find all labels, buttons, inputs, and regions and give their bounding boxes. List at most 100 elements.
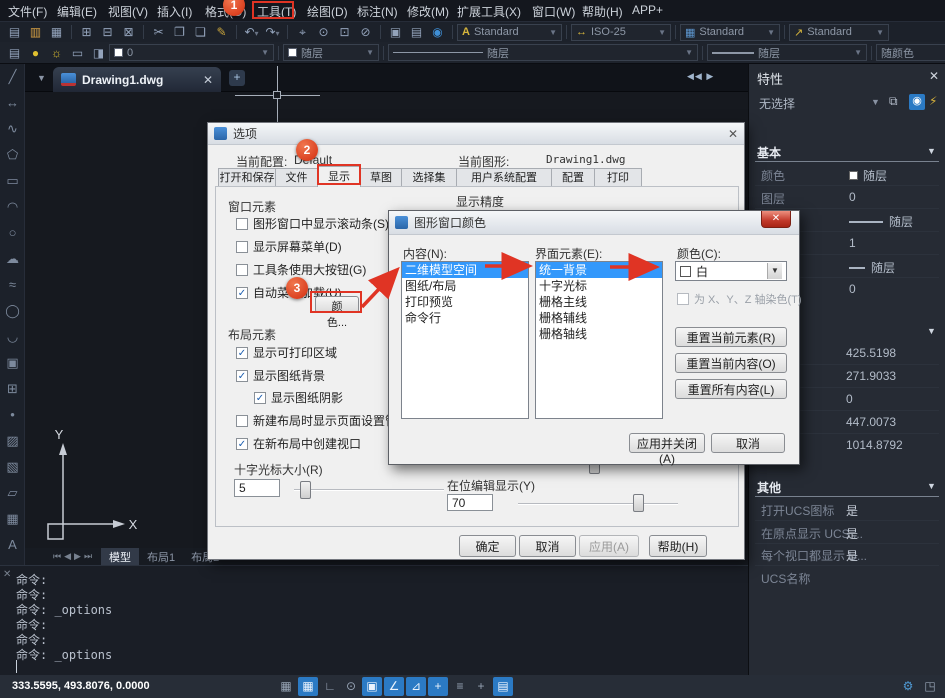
list-item-2d-model-space[interactable]: 二维模型空间 (402, 262, 528, 278)
help-button[interactable]: 帮助(H) (649, 535, 707, 557)
ellipse-tool-icon[interactable]: ◯ (0, 298, 25, 324)
tab-files[interactable]: 文件 (275, 168, 318, 187)
checkbox-paper-shadow[interactable]: ✓显示图纸阴影 (254, 389, 343, 406)
otrack-toggle-icon[interactable]: ∠ (384, 677, 404, 696)
cut-icon[interactable]: ✂ (148, 23, 169, 41)
restore-all-button[interactable]: 重置所有内容(L) (675, 379, 787, 399)
revcloud-tool-icon[interactable]: ☁ (0, 246, 25, 272)
close-tab-icon[interactable]: ✕ (203, 73, 213, 87)
publish-icon[interactable]: ⊠ (118, 23, 139, 41)
collapse-section-icon[interactable]: ▼ (927, 481, 936, 491)
checkbox-large-buttons[interactable]: 工具条使用大按钮(G) (236, 261, 366, 278)
prop-value-linetype-scale[interactable]: 1 (849, 236, 856, 250)
plot-style-combo[interactable]: 随颜色▼ (876, 44, 945, 61)
layer-on-icon[interactable]: ● (25, 44, 46, 62)
circle-tool-icon[interactable]: ○ (0, 220, 25, 246)
chevron-down-icon[interactable]: ▼ (767, 263, 782, 279)
arc-tool-icon[interactable]: ◠ (0, 194, 25, 220)
polyline-tool-icon[interactable]: ∿ (0, 116, 25, 142)
open-icon[interactable]: ▥ (25, 23, 46, 41)
layer-manager-icon[interactable]: ▤ (4, 44, 25, 62)
collapse-section-icon[interactable]: ▼ (927, 326, 936, 336)
command-line-window[interactable]: ✕ 命令: 命令: 命令: _options 命令: 命令: 命令: _opti… (0, 565, 748, 675)
point-tool-icon[interactable]: • (0, 402, 25, 428)
ducs-toggle-icon[interactable]: ⊿ (406, 677, 426, 696)
tab-list-dropdown-icon[interactable]: ▼ (37, 73, 46, 83)
mtext-tool-icon[interactable]: A (0, 532, 25, 558)
toggle-pickadd-icon[interactable]: ⧉ (889, 94, 898, 109)
crosshair-size-slider[interactable] (294, 489, 444, 491)
list-item-command-line[interactable]: 命令行 (402, 310, 528, 326)
list-item-plot-preview[interactable]: 打印预览 (402, 294, 528, 310)
pan-icon[interactable]: ⌖ (292, 23, 313, 41)
polygon-tool-icon[interactable]: ⬠ (0, 142, 25, 168)
select-objects-icon[interactable]: ⚡ (929, 94, 937, 108)
preview-icon[interactable]: ⊟ (97, 23, 118, 41)
snap-toggle-icon[interactable]: ▦ (298, 677, 318, 696)
chevron-down-icon[interactable]: ▼ (871, 97, 880, 107)
prop-value-thickness[interactable]: 0 (849, 282, 856, 296)
designcenter-icon[interactable]: ▤ (406, 23, 427, 41)
menu-edit[interactable]: 编辑(E) (57, 3, 97, 20)
menu-app-plus[interactable]: APP+ (632, 3, 663, 17)
color-control-combo[interactable]: 随层▼ (283, 44, 379, 61)
quick-properties-toggle-icon[interactable]: + (471, 677, 491, 696)
table-tool-icon[interactable]: ▦ (0, 506, 25, 532)
tab-model[interactable]: 模型 (101, 548, 139, 566)
color-combo[interactable]: 白 ▼ (675, 261, 787, 281)
polar-toggle-icon[interactable]: ⊙ (341, 677, 361, 696)
undo-icon[interactable]: ↶▾ (241, 23, 262, 41)
layout-nav-arrows[interactable]: ⏮◀▶⏭ (53, 551, 95, 562)
list-item-grid-axis[interactable]: 栅格轴线 (536, 326, 662, 342)
options-dialog-titlebar[interactable]: 选项 ✕ (208, 123, 744, 145)
spline-tool-icon[interactable]: ≈ (0, 272, 25, 298)
prop-value-lineweight[interactable]: 随层 (849, 259, 895, 276)
dynamic-input-toggle-icon[interactable]: + (428, 677, 448, 696)
lineweight-combo[interactable]: 随层▼ (707, 44, 867, 61)
redo-icon[interactable]: ↷▾ (262, 23, 283, 41)
restore-element-button[interactable]: 重置当前元素(R) (675, 327, 787, 347)
menu-insert[interactable]: 插入(I) (157, 3, 192, 20)
menu-express-tools[interactable]: 扩展工具(X) (457, 3, 521, 20)
inplace-slider-thumb[interactable] (633, 494, 644, 512)
lineweight-toggle-icon[interactable]: ≡ (450, 677, 470, 696)
layer-combo[interactable]: 0▼ (109, 44, 274, 61)
tab-plot[interactable]: 打印 (594, 168, 642, 187)
prop-value-color[interactable]: 随层 (849, 167, 887, 184)
zoom-previous-icon[interactable]: ⊘ (355, 23, 376, 41)
colors-dialog-titlebar[interactable]: 图形窗口颜色 (389, 211, 799, 235)
plot-icon[interactable]: ⊞ (76, 23, 97, 41)
cancel-button[interactable]: 取消 (519, 535, 576, 557)
new-tab-button[interactable]: + (229, 70, 245, 86)
context-listbox[interactable]: 二维模型空间 图纸/布局 打印预览 命令行 (401, 261, 529, 419)
save-icon[interactable]: ▦ (46, 23, 67, 41)
checkbox-tint-xyz[interactable]: 为 X、Y、Z 轴染色(T) (677, 291, 802, 307)
list-item-sheet-layout[interactable]: 图纸/布局 (402, 278, 528, 294)
menu-window[interactable]: 窗口(W) (532, 3, 575, 20)
menu-draw[interactable]: 绘图(D) (307, 3, 348, 20)
inplace-edit-slider[interactable] (518, 503, 678, 505)
prop-value-linetype[interactable]: 随层 (849, 213, 913, 230)
prop-value-ucs-origin[interactable]: 是 (846, 525, 858, 542)
element-listbox[interactable]: 统一背景 十字光标 栅格主线 栅格辅线 栅格轴线 (535, 261, 663, 419)
zoom-window-icon[interactable]: ⊡ (334, 23, 355, 41)
paste-icon[interactable]: ❏ (190, 23, 211, 41)
osnap-toggle-icon[interactable]: ▣ (362, 677, 382, 696)
tab-open-save[interactable]: 打开和保存 (218, 168, 276, 187)
menu-modify[interactable]: 修改(M) (407, 3, 449, 20)
crosshair-slider-thumb[interactable] (300, 481, 311, 499)
new-icon[interactable]: ▤ (4, 23, 25, 41)
prop-value-ucs-icon-on[interactable]: 是 (846, 502, 858, 519)
checkbox-page-setup-manager[interactable]: 新建布局时显示页面设置管理 (236, 412, 396, 429)
close-command-window-icon[interactable]: ✕ (3, 569, 11, 580)
tab-layout1[interactable]: 布局1 (139, 548, 183, 566)
tab-selection[interactable]: 选择集 (401, 168, 457, 187)
restore-context-button[interactable]: 重置当前内容(O) (675, 353, 787, 373)
menu-file[interactable]: 文件(F) (8, 3, 47, 20)
ok-button[interactable]: 确定 (459, 535, 516, 557)
tab-user-preferences[interactable]: 用户系统配置 (456, 168, 552, 187)
list-item-uniform-background[interactable]: 统一背景 (536, 262, 662, 278)
prop-value-layer[interactable]: 0 (849, 190, 856, 204)
fullscreen-icon[interactable]: ◳ (920, 677, 940, 696)
section-other[interactable]: 其他 (757, 479, 781, 496)
